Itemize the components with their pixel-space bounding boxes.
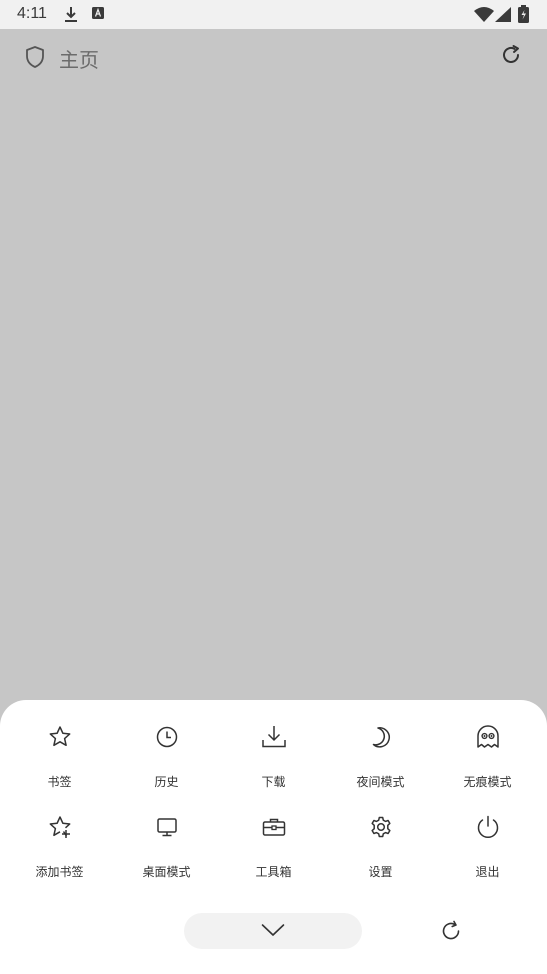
menu-item-label: 退出 (475, 865, 500, 879)
page-title[interactable]: 主页 (59, 44, 99, 73)
menu-item-label: 书签 (47, 775, 72, 789)
menu-item-label: 历史 (154, 775, 179, 789)
refresh-icon[interactable] (500, 44, 522, 66)
menu-item-history[interactable]: 历史 (113, 718, 220, 808)
status-bar: 4:11 (0, 0, 547, 29)
menu-item-label: 下载 (261, 775, 286, 789)
moon-icon (372, 727, 390, 748)
menu-item-label: 桌面模式 (142, 865, 191, 879)
status-time: 4:11 (17, 5, 47, 22)
menu-item-incognito[interactable]: 无痕模式 (434, 718, 541, 808)
monitor-icon (157, 818, 177, 837)
star-icon (49, 726, 71, 747)
menu-item-settings[interactable]: 设置 (327, 808, 434, 898)
menu-item-add-bookmark[interactable]: 添加书签 (6, 808, 113, 898)
power-icon (477, 815, 499, 838)
menu-grid: 书签 历史 下载 夜间模式 无痕模式 添加书签 桌面模式 工具箱 设置 退出 (6, 718, 541, 898)
top-bar: 主页 (0, 29, 547, 85)
chevron-down-icon (261, 924, 285, 936)
gear-icon (371, 816, 391, 838)
wifi-icon (474, 7, 494, 22)
download-icon (262, 726, 286, 748)
battery-icon (518, 5, 529, 23)
download-notification-icon (65, 7, 77, 22)
signal-icon (495, 7, 511, 22)
collapse-menu-button[interactable] (184, 913, 362, 949)
ghost-icon (477, 725, 499, 748)
menu-item-exit[interactable]: 退出 (434, 808, 541, 898)
app-notification-icon (92, 7, 104, 19)
menu-item-label: 工具箱 (255, 865, 292, 879)
menu-item-label: 添加书签 (35, 865, 84, 879)
reload-icon[interactable] (439, 919, 463, 943)
menu-item-downloads[interactable]: 下载 (220, 718, 327, 808)
star-plus-icon (49, 816, 71, 838)
menu-item-desktop-mode[interactable]: 桌面模式 (113, 808, 220, 898)
clock-icon (156, 726, 178, 748)
menu-item-label: 夜间模式 (356, 775, 405, 789)
toolbox-icon (262, 818, 286, 836)
shield-icon[interactable] (24, 45, 46, 69)
menu-item-bookmarks[interactable]: 书签 (6, 718, 113, 808)
menu-item-label: 无痕模式 (463, 775, 512, 789)
menu-item-label: 设置 (368, 865, 393, 879)
menu-item-toolbox[interactable]: 工具箱 (220, 808, 327, 898)
menu-item-night-mode[interactable]: 夜间模式 (327, 718, 434, 808)
